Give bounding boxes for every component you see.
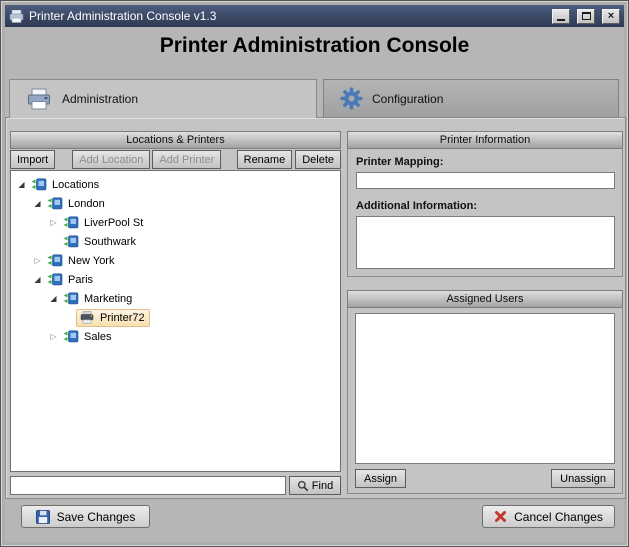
toolbar-button-add-printer[interactable]: Add Printer: [152, 150, 222, 169]
tree-item-content: London: [44, 195, 110, 213]
tree-item-liverpool-st[interactable]: ▷ LiverPool St: [11, 213, 340, 232]
tree-item-label: London: [68, 197, 105, 210]
collapse-icon[interactable]: ◢: [47, 289, 60, 308]
page-title: Printer Administration Console: [159, 34, 470, 57]
administration-printer-icon: [26, 88, 53, 111]
tree-item-new-york[interactable]: ▷ New York: [11, 251, 340, 270]
location-icon: [47, 273, 64, 287]
printer-mapping-input[interactable]: [356, 172, 615, 189]
magnifier-icon: [297, 480, 309, 492]
tree-item-southwark[interactable]: Southwark: [11, 232, 340, 251]
tree-item-content: LiverPool St: [60, 214, 148, 232]
close-icon: ×: [607, 9, 615, 22]
assigned-users-panel: Assigned Users Assign Unassign: [347, 290, 623, 494]
app-window: Printer Administration Console v1.3 × Pr…: [0, 0, 629, 547]
collapse-icon[interactable]: ◢: [31, 270, 44, 289]
locations-tree[interactable]: ◢ Locations ◢ London ▷ LiverPool St Southwark ▷…: [10, 170, 341, 472]
close-button[interactable]: ×: [602, 8, 620, 24]
main-content: Locations & Printers Import Add Location A…: [5, 117, 626, 499]
tree-item-sales[interactable]: ▷ Sales: [11, 327, 340, 346]
tree-item-content: Locations: [28, 176, 104, 194]
tree-item-marketing[interactable]: ◢ Marketing: [11, 289, 340, 308]
maximize-icon: [581, 12, 591, 20]
location-icon: [47, 254, 64, 268]
tree-item-label: Marketing: [84, 292, 133, 305]
tree-item-london[interactable]: ◢ London: [11, 194, 340, 213]
printer-information-header: Printer Information: [347, 131, 623, 149]
printer-mapping-label: Printer Mapping:: [356, 156, 444, 168]
save-changes-label: Save Changes: [56, 509, 136, 524]
find-input[interactable]: [10, 476, 286, 495]
locations-panel-header: Locations & Printers: [10, 131, 341, 149]
tab-administration[interactable]: Administration: [9, 79, 317, 118]
tree-item-label: Paris: [68, 273, 94, 286]
find-button-label: Find: [311, 479, 334, 492]
tree-item-label: Sales: [84, 330, 112, 343]
toolbar-button-add-location[interactable]: Add Location: [72, 150, 151, 169]
tree-item-content: Printer72: [76, 308, 150, 327]
assigned-users-list[interactable]: [355, 313, 615, 464]
tree-item-label: Southwark: [84, 235, 136, 248]
toolbar-button-delete[interactable]: Delete: [295, 150, 341, 169]
find-row: Find: [10, 476, 341, 495]
minimize-icon: [557, 18, 565, 21]
expand-icon[interactable]: ▷: [47, 213, 60, 232]
location-icon: [47, 197, 64, 211]
tree-item-content: Sales: [60, 328, 117, 346]
tab-configuration[interactable]: Configuration: [323, 79, 619, 117]
tree-item-content: New York: [44, 252, 119, 270]
collapse-icon[interactable]: ◢: [31, 194, 44, 213]
collapse-icon[interactable]: ◢: [15, 175, 28, 194]
assigned-users-header: Assigned Users: [347, 290, 623, 308]
location-icon: [63, 330, 80, 344]
cancel-x-icon: [494, 510, 507, 523]
tree-item-content: Southwark: [60, 233, 141, 251]
save-floppy-icon: [35, 509, 50, 524]
titlebar: Printer Administration Console v1.3 ×: [5, 5, 624, 27]
printer-icon: [79, 311, 96, 325]
tree-item-paris[interactable]: ◢ Paris: [11, 270, 340, 289]
additional-information-label: Additional Information:: [356, 200, 477, 212]
tab-configuration-label: Configuration: [372, 91, 444, 106]
locations-toolbar: Import Add Location Add Printer Rename Delet…: [10, 149, 341, 170]
expand-icon[interactable]: ▷: [47, 327, 60, 346]
find-button[interactable]: Find: [289, 476, 341, 495]
location-icon: [63, 216, 80, 230]
tree-item-locations[interactable]: ◢ Locations: [11, 175, 340, 194]
tree-item-printer72[interactable]: Printer72: [11, 308, 340, 327]
assign-button[interactable]: Assign: [355, 469, 407, 488]
tree-item-label: Printer72: [100, 311, 145, 324]
window-title: Printer Administration Console v1.3: [29, 9, 217, 23]
additional-information-textarea[interactable]: [356, 216, 615, 269]
toolbar-button-import[interactable]: Import: [10, 150, 56, 169]
tree-item-label: LiverPool St: [84, 216, 144, 229]
minimize-button[interactable]: [552, 8, 570, 24]
maximize-button[interactable]: [577, 8, 595, 24]
cancel-changes-button[interactable]: Cancel Changes: [482, 505, 615, 528]
printer-information-panel: Printer Information Printer Mapping: Add…: [347, 131, 623, 277]
location-icon: [63, 292, 80, 306]
toolbar-button-rename[interactable]: Rename: [236, 150, 293, 169]
configuration-gear-icon: [340, 87, 363, 110]
location-icon: [63, 235, 80, 249]
expand-icon[interactable]: ▷: [31, 251, 44, 270]
cancel-changes-label: Cancel Changes: [514, 509, 603, 524]
tab-administration-label: Administration: [62, 92, 139, 106]
location-icon: [31, 178, 48, 192]
tree-item-label: Locations: [52, 178, 100, 191]
unassign-button[interactable]: Unassign: [551, 469, 615, 488]
tree-item-label: New York: [68, 254, 115, 267]
app-printer-icon: [9, 9, 24, 23]
save-changes-button[interactable]: Save Changes: [21, 505, 150, 528]
tree-item-content: Paris: [44, 271, 98, 289]
tree-item-content: Marketing: [60, 290, 137, 308]
